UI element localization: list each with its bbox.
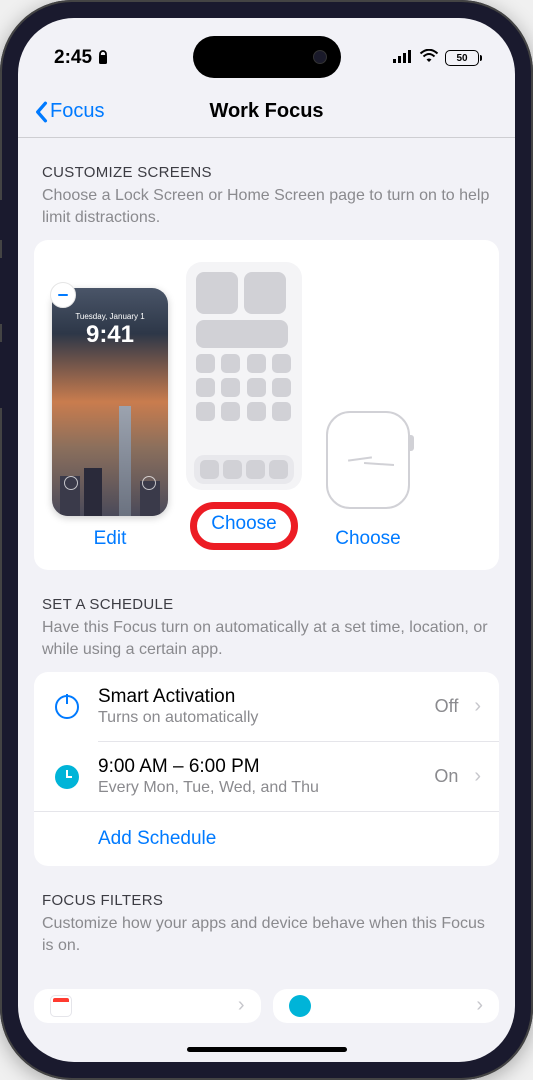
nav-bar: Focus Work Focus (18, 76, 515, 138)
chevron-right-icon: › (474, 695, 481, 718)
customize-header: CUSTOMIZE SCREENS Choose a Lock Screen o… (34, 138, 499, 228)
schedule-card: Smart Activation Turns on automatically … (34, 672, 499, 866)
page-title: Work Focus (209, 100, 323, 123)
cellular-signal-icon (393, 48, 413, 68)
back-button[interactable]: Focus (34, 100, 104, 123)
time-schedule-status: On (434, 766, 458, 787)
customize-title: CUSTOMIZE SCREENS (42, 164, 491, 181)
home-screen-choose-button[interactable]: Choose (190, 502, 298, 550)
watch-preview (320, 404, 416, 516)
wifi-icon (419, 48, 439, 68)
filters-subtitle: Customize how your apps and device behav… (42, 913, 491, 956)
lock-preview-time: 9:41 (52, 321, 168, 349)
schedule-header: SET A SCHEDULE Have this Focus turn on a… (34, 570, 499, 660)
smart-activation-status: Off (435, 696, 459, 717)
smart-activation-title: Smart Activation (98, 686, 419, 708)
chevron-left-icon (34, 101, 48, 123)
back-label: Focus (50, 100, 104, 123)
lock-preview-date: Tuesday, January 1 (52, 312, 168, 321)
home-screen-option[interactable]: Choose (186, 262, 302, 550)
minus-icon (58, 294, 68, 297)
lock-screen-edit-button[interactable]: Edit (94, 528, 127, 550)
time-schedule-row[interactable]: 9:00 AM – 6:00 PM Every Mon, Tue, Wed, a… (34, 742, 499, 811)
filter-row: › › (18, 989, 515, 1023)
screens-card: Tuesday, January 1 9:41 Edit (34, 240, 499, 570)
safari-filter-card[interactable]: › (273, 989, 500, 1023)
home-indicator[interactable] (187, 1047, 347, 1052)
lock-screen-preview: Tuesday, January 1 9:41 (52, 288, 168, 516)
chevron-right-icon: › (476, 994, 483, 1017)
schedule-subtitle: Have this Focus turn on automatically at… (42, 617, 491, 660)
chevron-right-icon: › (474, 765, 481, 788)
side-buttons (0, 200, 2, 426)
battery-icon: 50 (445, 50, 479, 66)
smart-activation-subtitle: Turns on automatically (98, 709, 419, 727)
orientation-lock-icon (96, 49, 110, 68)
power-icon (55, 695, 79, 719)
calendar-filter-card[interactable]: › (34, 989, 261, 1023)
watch-choose-button[interactable]: Choose (335, 528, 401, 550)
customize-subtitle: Choose a Lock Screen or Home Screen page… (42, 185, 491, 228)
calendar-icon (50, 995, 72, 1017)
status-time: 2:45 (54, 47, 92, 69)
time-schedule-subtitle: Every Mon, Tue, Wed, and Thu (98, 779, 418, 797)
screen: 2:45 50 Focus Work Focus (18, 18, 515, 1062)
remove-lock-screen-button[interactable] (50, 282, 76, 308)
lock-screen-option[interactable]: Tuesday, January 1 9:41 Edit (52, 288, 168, 550)
watch-option[interactable]: Choose (320, 404, 416, 550)
filters-title: FOCUS FILTERS (42, 892, 491, 909)
dynamic-island (193, 36, 341, 78)
time-schedule-title: 9:00 AM – 6:00 PM (98, 756, 418, 778)
device-frame: 2:45 50 Focus Work Focus (0, 0, 533, 1080)
filters-header: FOCUS FILTERS Customize how your apps an… (34, 866, 499, 956)
smart-activation-row[interactable]: Smart Activation Turns on automatically … (34, 672, 499, 741)
schedule-title: SET A SCHEDULE (42, 596, 491, 613)
add-schedule-button[interactable]: Add Schedule (34, 811, 499, 866)
clock-icon (55, 765, 79, 789)
compass-icon (289, 995, 311, 1017)
chevron-right-icon: › (238, 994, 245, 1017)
home-screen-preview (186, 262, 302, 490)
